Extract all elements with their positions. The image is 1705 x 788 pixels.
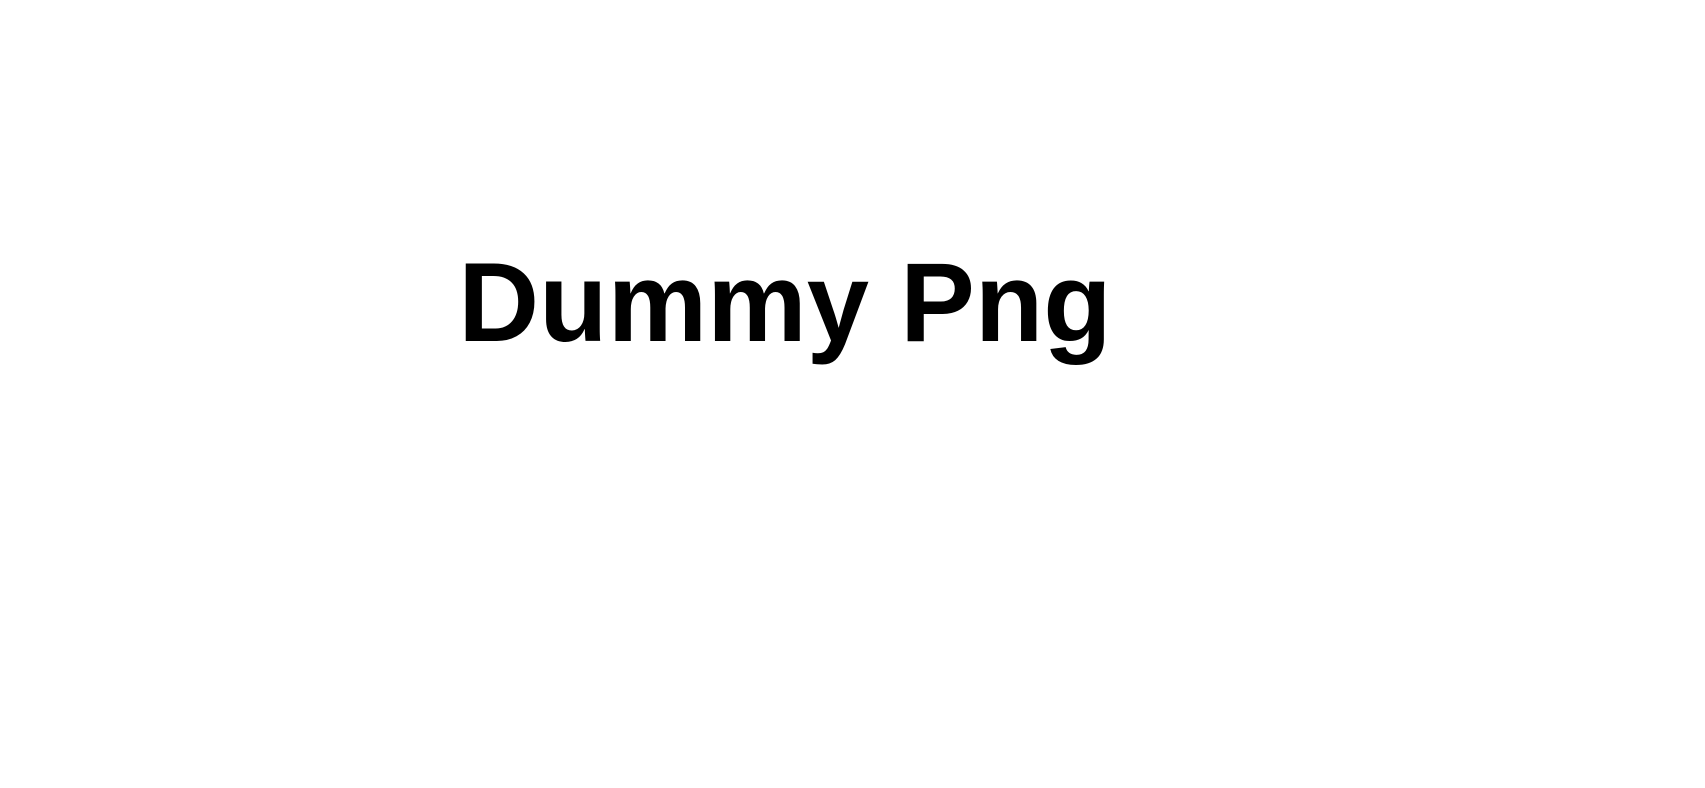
placeholder-text: Dummy Png bbox=[458, 240, 1112, 365]
